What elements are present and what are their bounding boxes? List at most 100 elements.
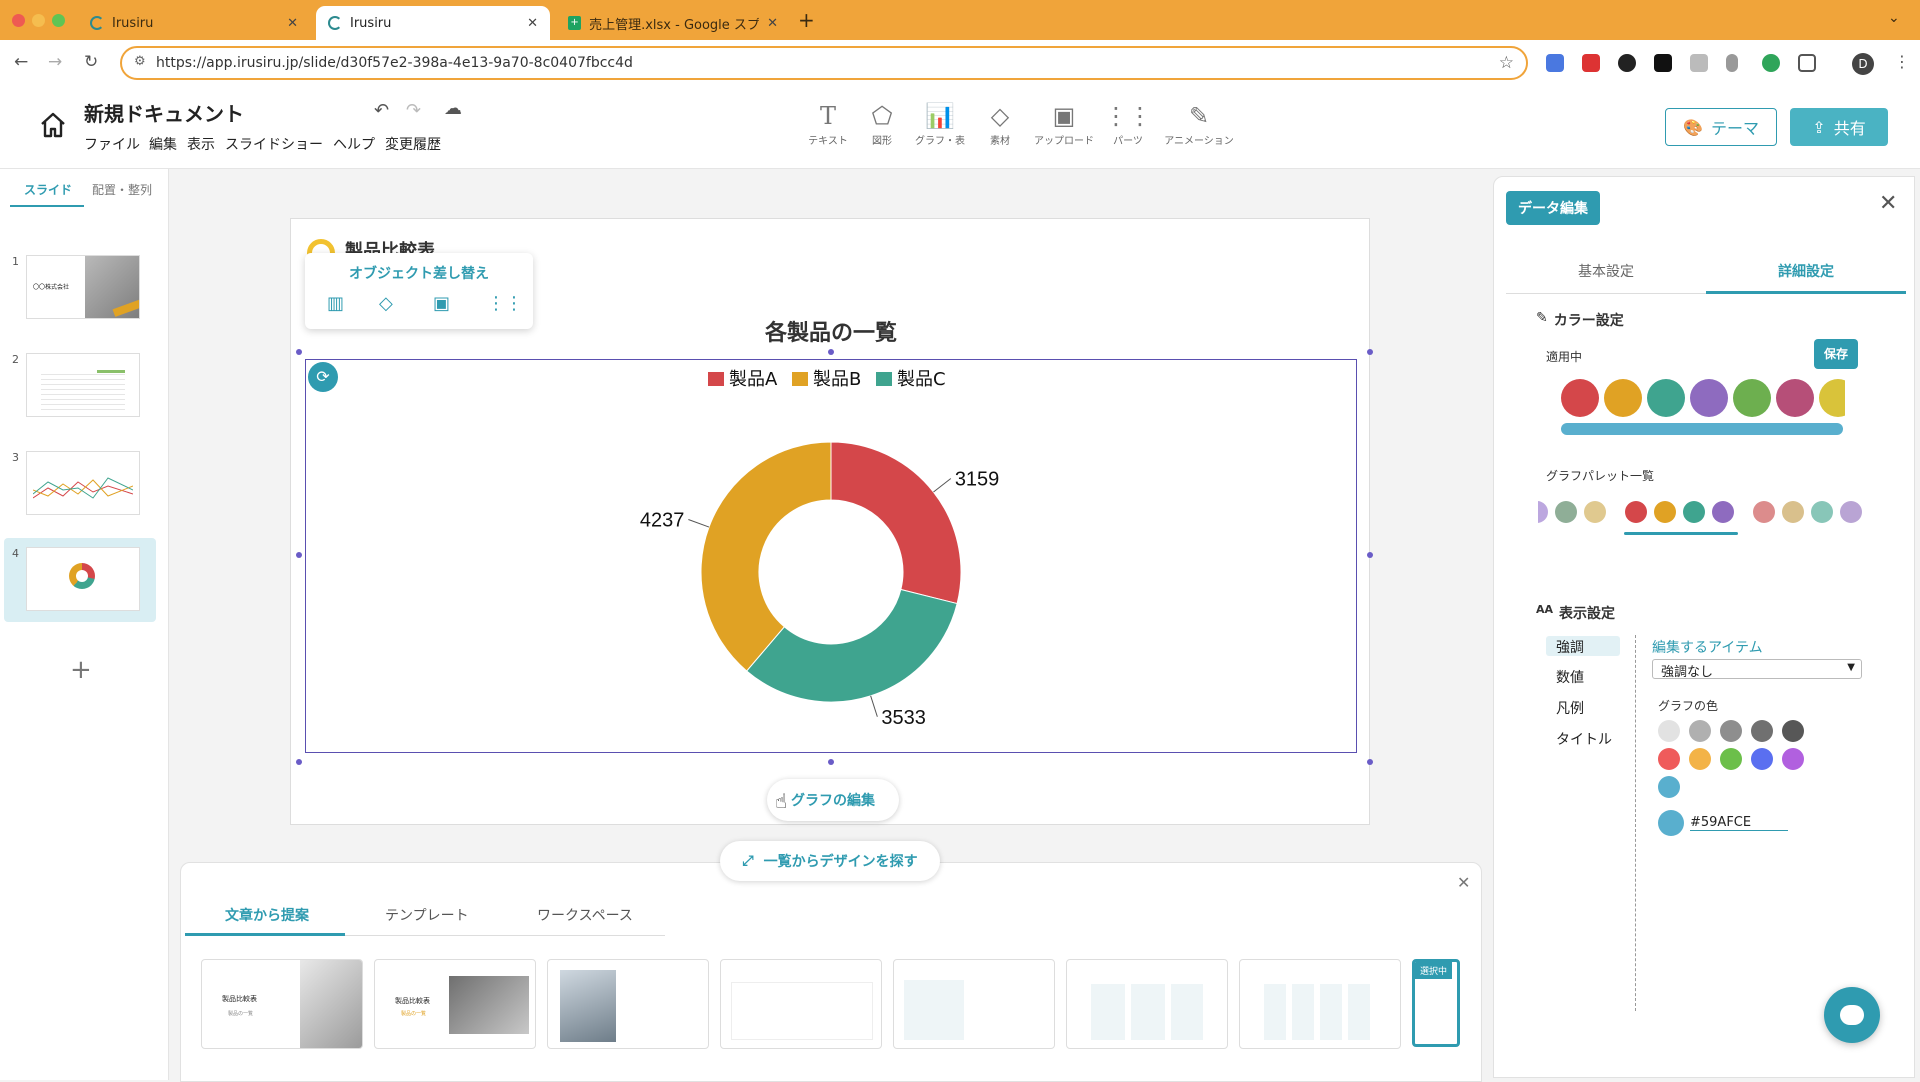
document-title[interactable]: 新規ドキュメント bbox=[84, 98, 244, 127]
graph-color-swatch[interactable] bbox=[1689, 748, 1711, 770]
tab-text-suggest[interactable]: 文章から提案 bbox=[225, 905, 309, 925]
graph-color-swatch[interactable] bbox=[1782, 748, 1804, 770]
maximize-window-button[interactable] bbox=[52, 14, 65, 27]
tab-workspace[interactable]: ワークスペース bbox=[537, 905, 633, 925]
tool-parts[interactable]: ⋮⋮ パーツ bbox=[1098, 102, 1158, 147]
tab-arrange[interactable]: 配置・整列 bbox=[92, 181, 152, 198]
browser-tab-2[interactable]: Irusiru ✕ bbox=[316, 6, 550, 40]
resize-handle[interactable] bbox=[296, 759, 302, 765]
emphasis-select[interactable]: 強調なし ▼ bbox=[1652, 659, 1862, 680]
palette-color-dot[interactable] bbox=[1584, 501, 1606, 523]
tab-advanced-settings[interactable]: 詳細設定 bbox=[1778, 261, 1834, 281]
display-item-title[interactable]: タイトル bbox=[1556, 729, 1612, 749]
graph-color-swatch[interactable] bbox=[1720, 720, 1742, 742]
menu-slideshow[interactable]: スライドショー bbox=[225, 134, 323, 154]
graph-color-swatch[interactable] bbox=[1658, 776, 1680, 798]
replace-material-icon[interactable]: ◇ bbox=[379, 293, 393, 314]
replace-parts-icon[interactable]: ⋮⋮ bbox=[487, 293, 523, 314]
replace-chart-icon[interactable]: ▥ bbox=[327, 293, 344, 314]
resize-handle[interactable] bbox=[1367, 759, 1373, 765]
theme-button[interactable]: 🎨 テーマ bbox=[1665, 108, 1777, 146]
color-scrollbar[interactable] bbox=[1561, 423, 1843, 435]
menu-history[interactable]: 変更履歴 bbox=[385, 134, 441, 154]
resize-handle[interactable] bbox=[1367, 552, 1373, 558]
applied-color-swatch[interactable] bbox=[1733, 379, 1771, 417]
menu-file[interactable]: ファイル bbox=[84, 134, 140, 154]
home-icon[interactable] bbox=[38, 110, 68, 140]
palette-color-dot[interactable] bbox=[1555, 501, 1577, 523]
donut-slice-3[interactable] bbox=[700, 441, 832, 672]
template-card-7[interactable] bbox=[1239, 959, 1401, 1049]
display-item-emphasis[interactable]: 強調 bbox=[1556, 637, 1584, 657]
resize-handle[interactable] bbox=[296, 349, 302, 355]
palette-color-dot[interactable] bbox=[1712, 501, 1734, 523]
template-card-5[interactable] bbox=[893, 959, 1055, 1049]
palette-color-dot[interactable] bbox=[1811, 501, 1833, 523]
slide-canvas[interactable]: 製品比較表 オブジェクト差し替え ▥ ◇ ▣ ⋮⋮ 各製品の一覧 ⟳ 3159 3… bbox=[290, 218, 1373, 825]
extensions-puzzle-icon[interactable] bbox=[1798, 54, 1816, 72]
resize-handle[interactable] bbox=[828, 349, 834, 355]
applied-color-swatch[interactable] bbox=[1690, 379, 1728, 417]
save-button[interactable]: 保存 bbox=[1814, 339, 1858, 369]
tool-animation[interactable]: ✎ アニメーション bbox=[1163, 102, 1235, 147]
display-item-legend[interactable]: 凡例 bbox=[1556, 698, 1584, 718]
bookmark-star-icon[interactable]: ☆ bbox=[1499, 53, 1514, 73]
find-design-button[interactable]: ⤢ 一覧からデザインを探す bbox=[720, 841, 940, 881]
donut-slice-2[interactable] bbox=[745, 588, 958, 703]
palette-color-dot[interactable] bbox=[1840, 501, 1862, 523]
font-extension-icon[interactable] bbox=[1654, 54, 1672, 72]
template-card-selected[interactable]: 選択中 bbox=[1412, 959, 1460, 1047]
url-field[interactable]: ⚙ https://app.irusiru.jp/slide/d30f57e2-… bbox=[120, 46, 1528, 80]
reload-icon[interactable]: ↻ bbox=[84, 52, 98, 72]
display-item-value[interactable]: 数値 bbox=[1556, 667, 1584, 687]
share-button[interactable]: ⇪ 共有 bbox=[1790, 108, 1888, 146]
donut-slice-1[interactable] bbox=[830, 441, 962, 605]
add-slide-button[interactable]: + bbox=[70, 655, 92, 685]
profile-avatar[interactable]: D bbox=[1852, 53, 1874, 75]
minimize-window-button[interactable] bbox=[32, 14, 45, 27]
microphone-extension-icon[interactable] bbox=[1726, 54, 1738, 72]
slide-thumbnail-2[interactable] bbox=[26, 353, 140, 417]
close-icon[interactable]: ✕ bbox=[1457, 873, 1470, 892]
resize-handle[interactable] bbox=[296, 552, 302, 558]
graph-color-swatch[interactable] bbox=[1658, 720, 1680, 742]
resize-handle[interactable] bbox=[1367, 349, 1373, 355]
video-extension-icon[interactable] bbox=[1582, 54, 1600, 72]
browser-tab-3[interactable]: + 売上管理.xlsx - Google スプレ ✕ bbox=[556, 6, 790, 40]
template-card-6[interactable] bbox=[1066, 959, 1228, 1049]
chat-support-button[interactable] bbox=[1824, 987, 1880, 1043]
tool-chart[interactable]: 📊 グラフ・表 bbox=[910, 102, 970, 147]
resize-handle[interactable] bbox=[828, 759, 834, 765]
tab-search-chevron-icon[interactable]: ⌄ bbox=[1888, 10, 1900, 26]
current-color-swatch[interactable] bbox=[1658, 810, 1684, 836]
chart-title[interactable]: 各製品の一覧 bbox=[291, 315, 1371, 347]
tool-text[interactable]: T テキスト bbox=[798, 102, 858, 147]
close-tab-icon[interactable]: ✕ bbox=[767, 16, 778, 31]
graph-color-swatch[interactable] bbox=[1720, 748, 1742, 770]
template-card-3[interactable] bbox=[547, 959, 709, 1049]
close-tab-icon[interactable]: ✕ bbox=[287, 16, 298, 31]
tab-slides[interactable]: スライド bbox=[24, 181, 72, 198]
graph-color-swatch[interactable] bbox=[1658, 748, 1680, 770]
graph-color-swatch[interactable] bbox=[1751, 720, 1773, 742]
back-arrow-icon[interactable]: ← bbox=[14, 52, 28, 72]
close-window-button[interactable] bbox=[12, 14, 25, 27]
applied-color-swatch[interactable] bbox=[1604, 379, 1642, 417]
palette-color-dot[interactable] bbox=[1654, 501, 1676, 523]
menu-edit[interactable]: 編集 bbox=[149, 134, 177, 154]
browser-tab-1[interactable]: Irusiru ✕ bbox=[78, 6, 310, 40]
slide-thumbnail-4[interactable] bbox=[26, 547, 140, 611]
graph-color-swatch[interactable] bbox=[1689, 720, 1711, 742]
menu-view[interactable]: 表示 bbox=[187, 134, 215, 154]
donut-chart[interactable]: 3159 3533 4237 製品A 製品B 製品C bbox=[306, 360, 1356, 752]
chat-extension-icon[interactable] bbox=[1762, 54, 1780, 72]
tab-basic-settings[interactable]: 基本設定 bbox=[1578, 261, 1634, 281]
browser-menu-icon[interactable]: ⋮ bbox=[1894, 52, 1910, 71]
replace-image-icon[interactable]: ▣ bbox=[433, 293, 450, 314]
template-card-2[interactable]: 製品比較表 製品の一覧 bbox=[374, 959, 536, 1049]
undo-icon[interactable]: ↶ bbox=[374, 100, 389, 121]
camera-extension-icon[interactable] bbox=[1690, 54, 1708, 72]
applied-color-swatch[interactable] bbox=[1776, 379, 1814, 417]
slide-thumbnail-3[interactable] bbox=[26, 451, 140, 515]
redo-icon[interactable]: ↷ bbox=[406, 100, 421, 121]
